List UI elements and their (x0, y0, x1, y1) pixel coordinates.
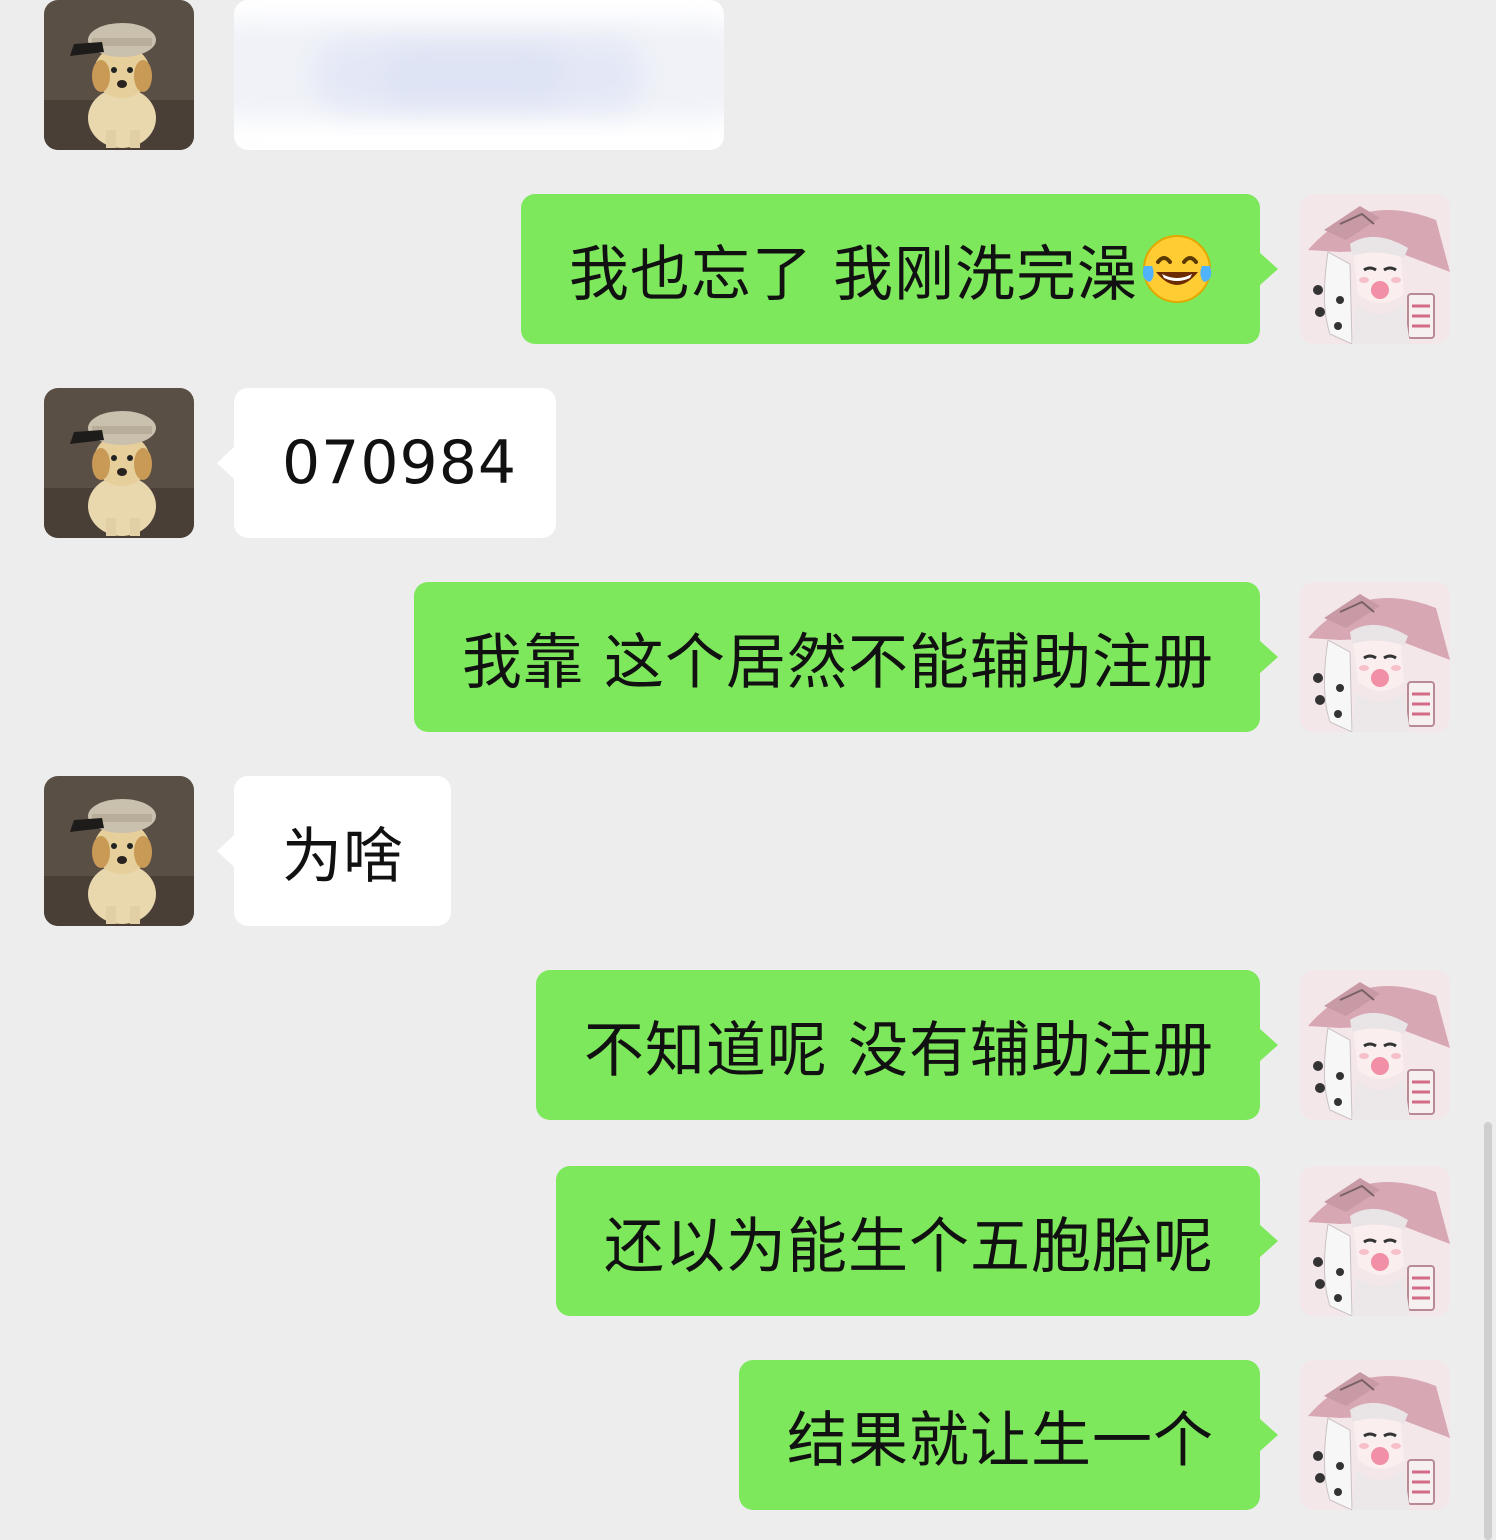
message-text: 结果就让生一个 (787, 1405, 1214, 1476)
outgoing-message-bubble[interactable]: 结果就让生一个 (739, 1360, 1278, 1510)
dog-avatar-image (44, 0, 194, 150)
message-text: 不知道呢 没有辅助注册 (583, 1015, 1214, 1086)
contact-avatar[interactable] (44, 776, 194, 926)
message-text: 我靠 这个居然不能辅助注册 (461, 627, 1214, 698)
self-avatar[interactable] (1300, 970, 1450, 1120)
dog-avatar-image (44, 388, 194, 538)
self-avatar[interactable] (1300, 1166, 1450, 1316)
outgoing-message-bubble[interactable]: 我也忘了 我刚洗完澡 (520, 194, 1279, 344)
outgoing-message-bubble[interactable]: 我靠 这个居然不能辅助注册 (413, 582, 1279, 732)
message-text: 070984 (282, 428, 518, 498)
contact-avatar[interactable] (44, 388, 194, 538)
incoming-message-bubble[interactable]: 为啥 (217, 776, 451, 926)
scrollbar[interactable] (1484, 1122, 1492, 1540)
message-text: 还以为能生个五胞胎呢 (604, 1211, 1214, 1282)
message-text: 为啥 (282, 821, 404, 892)
outgoing-message-bubble[interactable]: 还以为能生个五胞胎呢 (556, 1166, 1278, 1316)
anime-girl-avatar-image (1300, 1166, 1450, 1316)
chat-message-list[interactable]: 我也忘了 我刚洗完澡 070984 我靠 这个居然不能辅助注册 为啥 不知道呢 … (0, 0, 1496, 1540)
outgoing-message-bubble[interactable]: 不知道呢 没有辅助注册 (535, 970, 1279, 1120)
tears-of-joy-emoji-icon (1140, 232, 1214, 306)
redacted-message-bubble[interactable] (234, 0, 724, 150)
dog-avatar-image (44, 776, 194, 926)
message-text: 我也忘了 我刚洗完澡 (568, 239, 1138, 310)
self-avatar[interactable] (1300, 194, 1450, 344)
contact-avatar[interactable] (44, 0, 194, 150)
self-avatar[interactable] (1300, 1360, 1450, 1510)
anime-girl-avatar-image (1300, 970, 1450, 1120)
anime-girl-avatar-image (1300, 582, 1450, 732)
anime-girl-avatar-image (1300, 194, 1450, 344)
self-avatar[interactable] (1300, 582, 1450, 732)
incoming-message-bubble[interactable]: 070984 (217, 388, 556, 538)
anime-girl-avatar-image (1300, 1360, 1450, 1510)
